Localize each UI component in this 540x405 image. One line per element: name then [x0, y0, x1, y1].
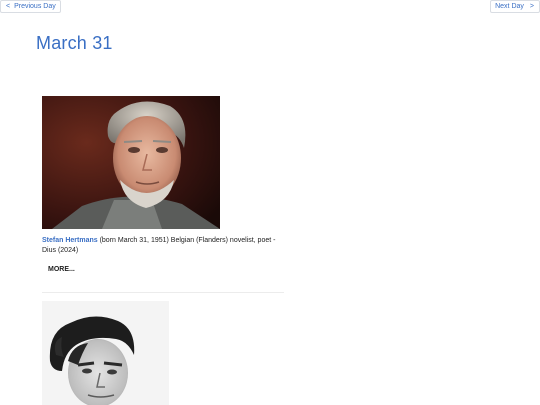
author-photo[interactable] — [42, 301, 169, 405]
chevron-right-icon: > — [529, 3, 534, 10]
entry-caption: Stefan Hertmans (born March 31, 1951) Be… — [42, 236, 278, 256]
chevron-left-icon: < — [6, 3, 11, 10]
previous-day-button[interactable]: < Previous Day — [0, 0, 61, 13]
page-title: March 31 — [36, 33, 113, 53]
entry-divider — [42, 292, 284, 293]
author-portrait-photo-bw — [42, 301, 169, 405]
author-portrait-photo — [42, 96, 220, 229]
author-photo[interactable] — [42, 96, 220, 229]
previous-day-label: Previous Day — [14, 3, 56, 10]
next-day-button[interactable]: Next Day > — [490, 0, 540, 13]
next-day-label: Next Day — [495, 3, 524, 10]
more-button[interactable]: MORE... — [42, 264, 81, 276]
author-link[interactable]: Stefan Hertmans — [42, 237, 98, 244]
